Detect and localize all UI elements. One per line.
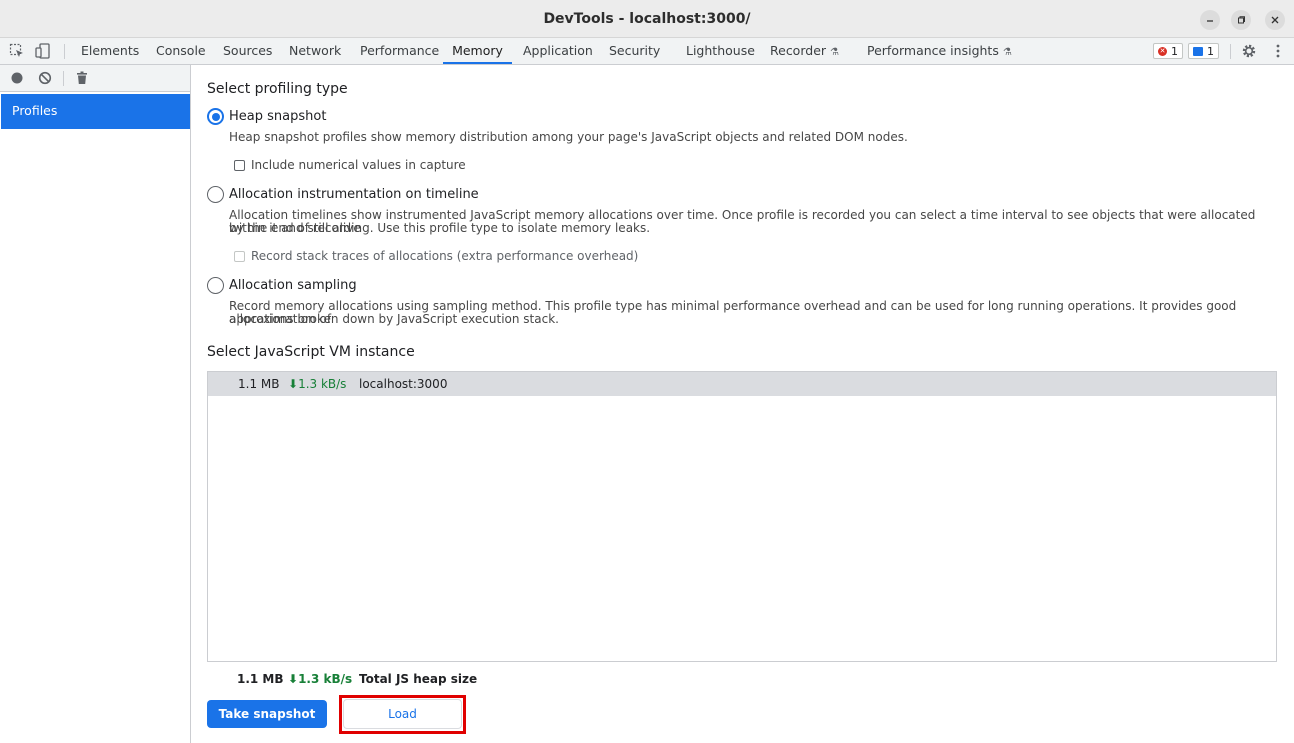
vm-rate-value: 1.3 kB/s xyxy=(298,377,347,391)
window-titlebar: DevTools - localhost:3000/ xyxy=(0,0,1294,38)
numerical-values-label[interactable]: Include numerical values in capture xyxy=(251,158,466,172)
error-icon: ✕ xyxy=(1158,46,1167,56)
allocation-sampling-radio[interactable] xyxy=(207,277,224,294)
tab-performance-insights-label: Performance insights xyxy=(867,43,999,58)
more-options-icon[interactable] xyxy=(1270,43,1286,59)
close-button[interactable] xyxy=(1265,10,1285,30)
stack-traces-checkbox[interactable] xyxy=(234,251,245,262)
toolbar-divider xyxy=(1230,44,1231,59)
tab-performance-insights[interactable]: Performance insights ⚗ xyxy=(867,38,1012,64)
device-toolbar-icon[interactable] xyxy=(35,43,51,59)
tab-memory[interactable]: Memory xyxy=(443,38,512,64)
total-heap-rate: ⬇1.3 kB/s xyxy=(288,672,353,686)
trash-icon[interactable] xyxy=(75,71,89,85)
profiling-type-heading: Select profiling type xyxy=(207,81,348,97)
numerical-values-checkbox[interactable] xyxy=(234,160,245,171)
allocation-timeline-label[interactable]: Allocation instrumentation on timeline xyxy=(229,187,479,202)
stack-traces-label: Record stack traces of allocations (extr… xyxy=(251,249,639,263)
heap-snapshot-radio[interactable] xyxy=(207,108,224,125)
take-snapshot-button[interactable]: Take snapshot xyxy=(207,700,327,728)
memory-panel: Select profiling type Heap snapshot Heap… xyxy=(192,65,1294,743)
heap-snapshot-label[interactable]: Heap snapshot xyxy=(229,109,326,124)
allocation-timeline-description-line2: by the end of recording. Use this profil… xyxy=(229,221,651,235)
profiles-toolbar xyxy=(0,65,190,92)
minimize-button[interactable] xyxy=(1200,10,1220,30)
profiles-sidebar: Profiles xyxy=(0,65,191,743)
allocation-sampling-label[interactable]: Allocation sampling xyxy=(229,278,357,293)
tab-network[interactable]: Network xyxy=(289,38,341,64)
tab-elements[interactable]: Elements xyxy=(81,38,139,64)
tab-application[interactable]: Application xyxy=(523,38,593,64)
vm-instance-name: localhost:3000 xyxy=(359,377,448,391)
devtools-tabbar: Elements Console Sources Network Perform… xyxy=(0,38,1294,65)
toolbar-divider xyxy=(63,71,64,86)
flask-icon: ⚗ xyxy=(1002,47,1012,58)
error-count: 1 xyxy=(1171,44,1178,58)
heap-snapshot-description: Heap snapshot profiles show memory distr… xyxy=(229,130,908,144)
sidebar-item-profiles[interactable]: Profiles xyxy=(1,94,190,129)
vm-instance-row[interactable]: 1.1 MB ⬇1.3 kB/s localhost:3000 xyxy=(208,372,1276,396)
tab-console[interactable]: Console xyxy=(156,38,206,64)
total-heap-rate-value: 1.3 kB/s xyxy=(298,672,353,686)
allocation-timeline-radio[interactable] xyxy=(207,186,224,203)
tab-sources[interactable]: Sources xyxy=(223,38,272,64)
tab-recorder[interactable]: Recorder ⚗ xyxy=(770,38,839,64)
minimize-icon xyxy=(1207,20,1213,22)
total-heap-size-value: 1.1 MB xyxy=(237,672,284,686)
message-count-badge[interactable]: 1 xyxy=(1188,43,1219,59)
toolbar-divider xyxy=(64,44,65,59)
restore-icon xyxy=(1238,16,1245,24)
message-count: 1 xyxy=(1207,44,1214,58)
window-title: DevTools - localhost:3000/ xyxy=(543,11,751,27)
vm-instance-heading: Select JavaScript VM instance xyxy=(207,344,415,360)
error-count-badge[interactable]: ✕ 1 xyxy=(1153,43,1183,59)
settings-gear-icon[interactable] xyxy=(1241,43,1257,59)
allocation-sampling-description-line2: allocations broken down by JavaScript ex… xyxy=(229,312,559,326)
record-icon[interactable] xyxy=(10,71,24,85)
clear-icon[interactable] xyxy=(38,71,52,85)
vm-rate: ⬇1.3 kB/s xyxy=(288,377,347,391)
message-icon xyxy=(1193,46,1203,56)
flask-icon: ⚗ xyxy=(830,47,839,58)
tab-security[interactable]: Security xyxy=(609,38,660,64)
inspect-element-icon[interactable] xyxy=(9,43,25,59)
tab-performance[interactable]: Performance xyxy=(360,38,439,64)
tab-recorder-label: Recorder xyxy=(770,43,827,58)
vm-instance-list: 1.1 MB ⬇1.3 kB/s localhost:3000 xyxy=(207,371,1277,662)
maximize-button[interactable] xyxy=(1231,10,1251,30)
total-heap-size-label: Total JS heap size xyxy=(359,672,478,686)
close-icon xyxy=(1271,16,1279,24)
vm-heap-size: 1.1 MB xyxy=(238,377,280,391)
tab-lighthouse[interactable]: Lighthouse xyxy=(686,38,755,64)
load-button-highlight xyxy=(339,695,466,734)
